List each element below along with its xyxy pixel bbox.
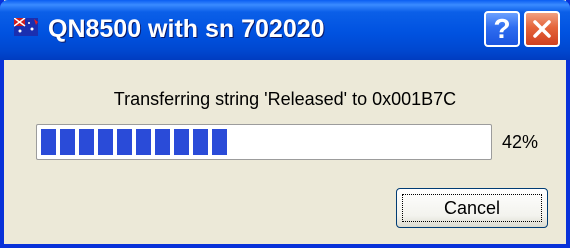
status-message: Transferring string 'Released' to 0x001B… xyxy=(113,89,457,109)
window-title: QN8500 with sn 702020 xyxy=(48,15,325,43)
cancel-button[interactable]: Cancel xyxy=(396,188,548,228)
title-bar[interactable]: QN8500 with sn 702020 ? xyxy=(0,0,570,60)
help-button[interactable]: ? xyxy=(484,11,520,47)
progress-percent: 42% xyxy=(502,132,539,152)
progress-bar xyxy=(36,124,492,160)
close-icon xyxy=(533,20,551,38)
cancel-button-label: Cancel xyxy=(443,198,501,218)
help-icon: ? xyxy=(493,13,511,44)
flag-app-icon xyxy=(13,17,38,36)
close-button[interactable] xyxy=(524,11,560,47)
progress-fill xyxy=(41,129,227,155)
progress-dialog-window: QN8500 with sn 702020 ? Transferring str… xyxy=(0,0,570,248)
